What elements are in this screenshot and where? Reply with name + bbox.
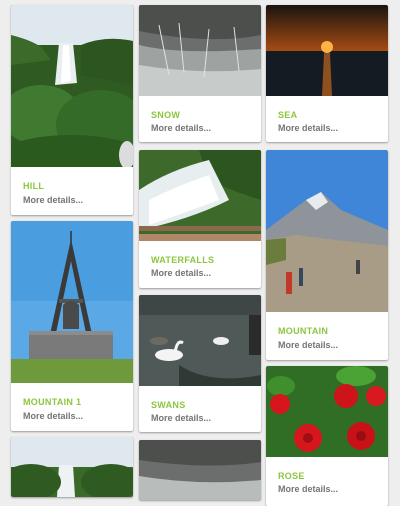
more-details-link[interactable]: More details... — [278, 484, 338, 494]
waterfall-forest-photo — [11, 5, 133, 167]
card-waterfalls[interactable]: WATERFALLS More details... — [139, 150, 261, 288]
snowy-water-photo — [139, 5, 261, 96]
red-roses-photo — [266, 366, 388, 457]
card-title: WATERFALLS — [151, 255, 215, 265]
card-sea[interactable]: SEA More details... — [266, 5, 388, 142]
more-details-link[interactable]: More details... — [278, 340, 338, 350]
card-partial[interactable] — [11, 437, 133, 497]
card-rose[interactable]: ROSE More details... — [266, 366, 388, 506]
sunset-sea-photo — [266, 5, 388, 96]
card-mountain[interactable]: MOUNTAIN More details... — [266, 150, 388, 360]
more-details-link[interactable]: More details... — [151, 268, 211, 278]
card-title: MOUNTAIN 1 — [23, 397, 82, 407]
card-title: MOUNTAIN — [278, 326, 329, 336]
mountain-hikers-photo — [266, 150, 388, 312]
card-snow[interactable]: SNOW More details... — [139, 5, 261, 142]
card-title: ROSE — [278, 471, 305, 481]
card-title: HILL — [23, 181, 45, 191]
more-details-link[interactable]: More details... — [278, 123, 338, 133]
gallery-grid: HILL More details... MOUNTAIN 1 More det… — [0, 0, 400, 506]
card-partial[interactable] — [139, 440, 261, 500]
monument-tower-photo — [11, 221, 133, 383]
card-mountain-1[interactable]: MOUNTAIN 1 More details... — [11, 221, 133, 431]
more-details-link[interactable]: More details... — [151, 123, 211, 133]
waterfall-photo — [139, 150, 261, 241]
card-title: SNOW — [151, 110, 181, 120]
waterfall-forest-photo — [11, 437, 133, 497]
more-details-link[interactable]: More details... — [23, 195, 83, 205]
more-details-link[interactable]: More details... — [23, 411, 83, 421]
card-title: SEA — [278, 110, 298, 120]
card-hill[interactable]: HILL More details... — [11, 5, 133, 215]
snowy-water-photo — [139, 440, 261, 500]
card-swans[interactable]: SWANS More details... — [139, 295, 261, 432]
swans-lake-photo — [139, 295, 261, 386]
more-details-link[interactable]: More details... — [151, 413, 211, 423]
card-title: SWANS — [151, 400, 186, 410]
